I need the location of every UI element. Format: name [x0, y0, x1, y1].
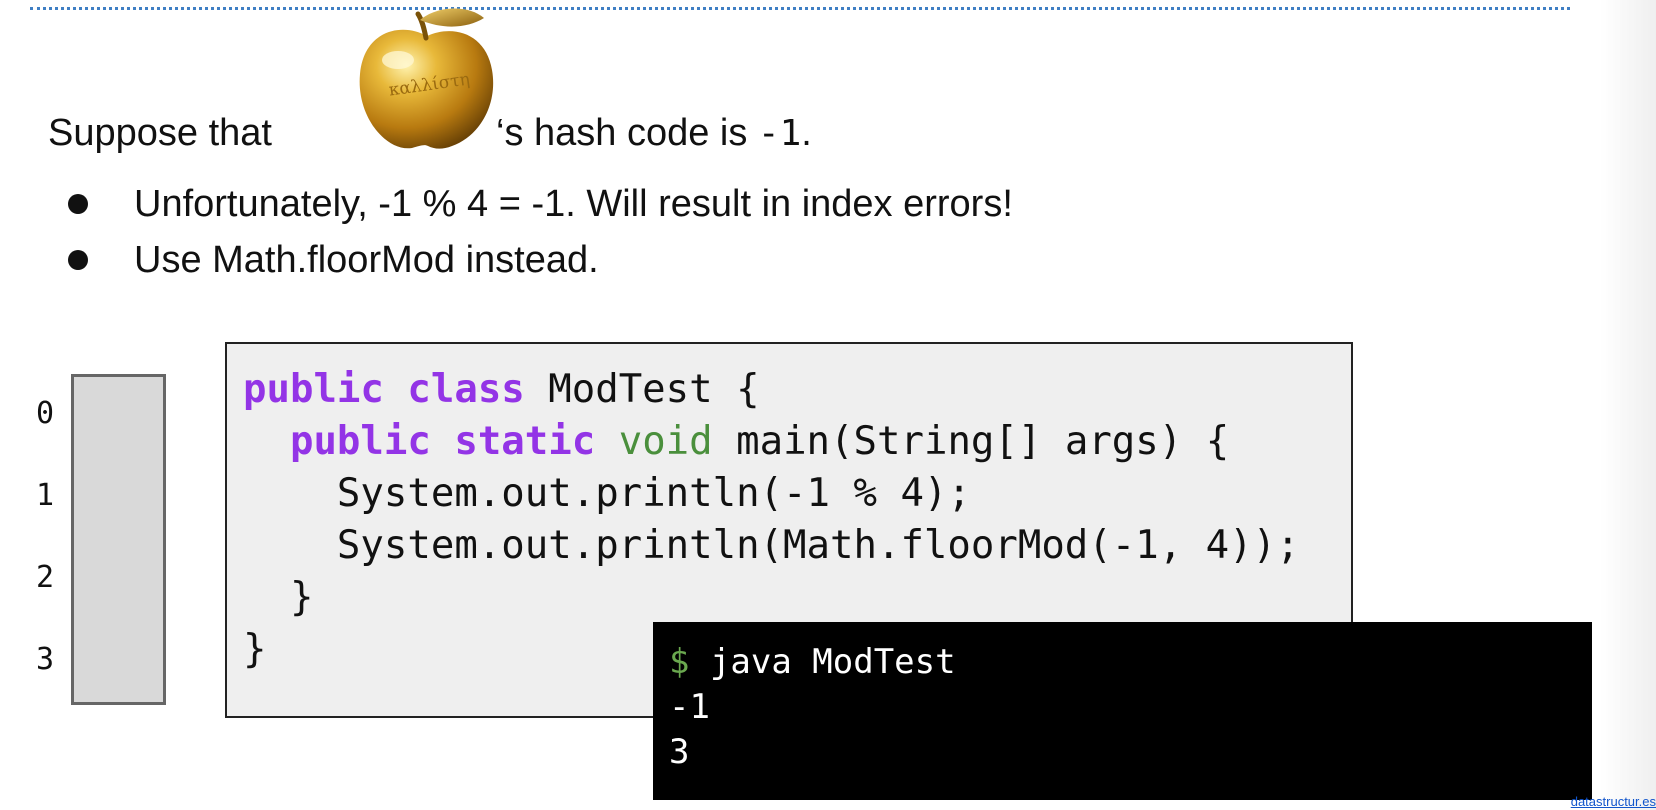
footer-link[interactable]: datastructur.es: [1571, 794, 1656, 810]
array-index: 3: [36, 642, 55, 677]
array-index: 2: [36, 560, 55, 595]
code-keyword: public: [243, 367, 384, 412]
code-line: public static void main(String[] args) {: [243, 416, 1300, 468]
intro-text-after: ‘s hash code is -1.: [496, 108, 812, 159]
intro-text-before: Suppose that: [48, 108, 272, 158]
code-keyword: static: [454, 419, 596, 464]
terminal-output-line: -1: [669, 687, 710, 727]
array-cell: [71, 374, 166, 460]
intro-after-image: ‘s hash code is: [496, 112, 758, 154]
bullet-item: Unfortunately, -1 % 4 = -1. Will result …: [60, 176, 1013, 232]
code-line: public class ModTest {: [243, 364, 1300, 416]
code-text: main(String[] args) {: [712, 419, 1230, 464]
intro-period: .: [801, 112, 812, 154]
bullet-text: Unfortunately, -1 % 4 = -1. Will result …: [134, 183, 1013, 225]
code-line: System.out.println(-1 % 4);: [243, 471, 971, 516]
right-edge-shade: [1600, 0, 1656, 810]
terminal-output: $ java ModTest -1 3: [653, 622, 1592, 800]
terminal-prompt: $: [669, 642, 690, 682]
array-cell: [71, 456, 166, 541]
code-line: }: [243, 575, 314, 620]
code-line: System.out.println(Math.floorMod(-1, 4))…: [243, 523, 1300, 568]
array-index: 1: [36, 478, 55, 513]
array-cell: [71, 620, 166, 705]
top-dotted-rule: [30, 7, 1570, 10]
bullet-item: Use Math.floorMod instead.: [60, 232, 1013, 288]
terminal-command-line: $ java ModTest: [669, 640, 956, 685]
intro-before-image: Suppose that: [48, 112, 272, 154]
terminal-command: java ModTest: [689, 642, 956, 682]
code-text: ModTest {: [524, 367, 760, 412]
bullet-text: Use Math.floorMod instead.: [134, 239, 599, 281]
terminal-output-line: 3: [669, 732, 690, 772]
array-cell: [71, 538, 166, 623]
bullet-dot-icon: [68, 194, 88, 214]
bullet-dot-icon: [68, 250, 88, 270]
array-index: 0: [36, 396, 55, 431]
code-keyword: class: [407, 367, 525, 412]
golden-apple-icon: καλλίστη: [359, 8, 494, 149]
bullet-list: Unfortunately, -1 % 4 = -1. Will result …: [60, 176, 1013, 288]
terminal-text: $ java ModTest -1 3: [669, 640, 956, 775]
hash-code-value: -1: [757, 113, 802, 154]
code-keyword: public: [289, 419, 431, 464]
code-type: void: [618, 419, 713, 464]
